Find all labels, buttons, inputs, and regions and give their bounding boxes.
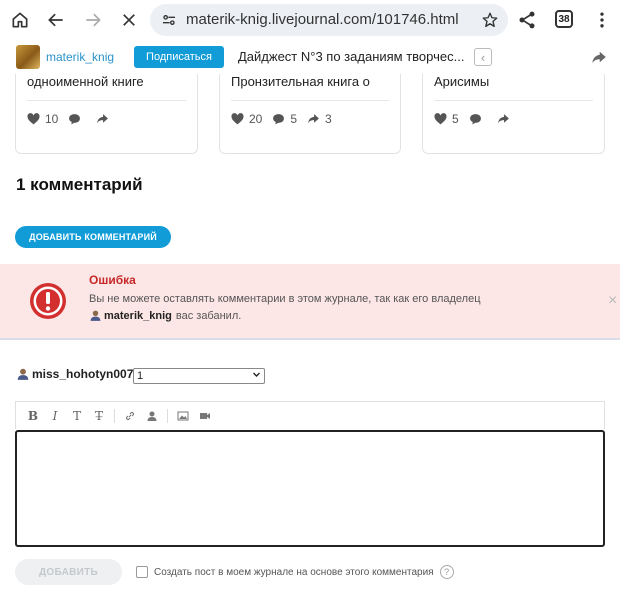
bold-button[interactable]: B xyxy=(22,405,44,427)
divider xyxy=(434,100,593,101)
like-stat[interactable]: 5 xyxy=(434,112,459,126)
subscribe-button[interactable]: Подписаться xyxy=(134,46,224,68)
heart-icon xyxy=(434,113,447,125)
comment-icon xyxy=(469,114,481,125)
related-post-card[interactable]: одноименной книге 10 xyxy=(15,74,198,154)
divider xyxy=(114,408,115,423)
related-post-title[interactable]: одноименной книге xyxy=(27,74,144,89)
like-count: 20 xyxy=(249,112,263,126)
site-settings-icon[interactable] xyxy=(157,8,181,32)
link-icon[interactable] xyxy=(119,405,141,427)
add-comment-button[interactable]: ДОБАВИТЬ КОММЕНТАРИЙ xyxy=(15,226,171,248)
address-bar[interactable]: materik-knig.livejournal.com/101746.html xyxy=(150,4,508,36)
repost-option: Создать пост в моем журнале на основе эт… xyxy=(136,565,454,579)
repost-count: 3 xyxy=(325,112,332,126)
like-count: 10 xyxy=(45,112,59,126)
comment-stat[interactable]: 5 xyxy=(272,112,297,126)
comments-heading: 1 комментарий xyxy=(16,175,143,194)
help-icon[interactable]: ? xyxy=(439,565,454,579)
back-icon[interactable] xyxy=(44,8,68,32)
menu-icon[interactable] xyxy=(590,8,614,32)
repost-stat[interactable] xyxy=(497,113,515,125)
comment-author: miss_hohotyn007 xyxy=(16,367,133,381)
comment-stat[interactable] xyxy=(68,113,86,125)
related-post-title[interactable]: Пронзительная книга о xyxy=(231,74,370,89)
comment-stat[interactable] xyxy=(469,113,487,125)
error-message-owner: materik_knig вас забанил. xyxy=(89,309,241,322)
italic-button[interactable]: I xyxy=(44,405,66,427)
comment-text-editor[interactable] xyxy=(15,430,605,547)
comment-icon xyxy=(273,114,285,125)
bookmark-star-icon[interactable] xyxy=(478,8,502,32)
video-icon[interactable] xyxy=(194,405,216,427)
comment-count: 5 xyxy=(290,112,298,126)
user-mention-icon[interactable] xyxy=(141,405,163,427)
repost-checkbox[interactable] xyxy=(136,566,148,578)
like-stat[interactable]: 20 xyxy=(231,112,262,126)
user-icon xyxy=(17,368,29,380)
digest-title-link[interactable]: Дайджест N°3 по заданиям творчес... xyxy=(238,49,464,64)
error-message: Вы не можете оставлять комментарии в это… xyxy=(89,293,481,305)
author-username[interactable]: miss_hohotyn007 xyxy=(32,367,133,381)
user-icon xyxy=(90,310,101,321)
related-post-title[interactable]: Арисимы xyxy=(434,74,489,89)
divider xyxy=(231,100,389,101)
submit-comment-button[interactable]: ДОБАВИТЬ xyxy=(15,559,122,585)
journal-header-strip: materik_knig Подписаться Дайджест N°3 по… xyxy=(0,40,620,74)
error-exclamation-icon xyxy=(30,283,66,319)
forward-icon[interactable] xyxy=(81,8,105,32)
share-arrow-icon[interactable] xyxy=(590,48,608,66)
owner-username-link[interactable]: materik_knig xyxy=(104,310,172,322)
browser-toolbar: materik-knig.livejournal.com/101746.html… xyxy=(0,0,620,40)
repost-arrow-icon xyxy=(497,114,509,124)
like-count: 5 xyxy=(452,112,459,126)
journal-name-link[interactable]: materik_knig xyxy=(46,50,114,64)
repost-arrow-icon xyxy=(97,114,109,124)
divider xyxy=(27,100,186,101)
like-stat[interactable]: 10 xyxy=(27,112,58,126)
repost-arrow-icon xyxy=(308,114,319,124)
error-suffix: вас забанил. xyxy=(175,309,242,322)
close-icon[interactable]: × xyxy=(608,292,617,310)
error-banner: Ошибка Вы не можете оставлять комментари… xyxy=(0,264,620,340)
userpic-select-value: 1 xyxy=(137,370,144,382)
journal-avatar[interactable] xyxy=(16,45,40,69)
divider xyxy=(167,408,168,423)
text-format-button[interactable]: T xyxy=(66,405,88,427)
related-post-card[interactable]: Пронзительная книга о 20 5 3 xyxy=(219,74,401,154)
repost-label[interactable]: Создать пост в моем журнале на основе эт… xyxy=(154,567,434,578)
image-icon[interactable] xyxy=(172,405,194,427)
editor-toolbar: B I T T̶ xyxy=(15,401,605,429)
tabs-icon[interactable]: 38 xyxy=(555,10,573,28)
chevron-left-icon[interactable]: ‹ xyxy=(474,48,492,66)
chevron-down-icon xyxy=(252,370,261,381)
comment-icon xyxy=(69,114,81,125)
strikethrough-button[interactable]: T̶ xyxy=(88,405,110,427)
heart-icon xyxy=(231,113,244,125)
share-icon[interactable] xyxy=(515,8,539,32)
userpic-select[interactable]: 1 xyxy=(133,368,265,384)
error-title: Ошибка xyxy=(89,273,136,287)
url-text: materik-knig.livejournal.com/101746.html xyxy=(186,11,459,28)
repost-stat[interactable]: 3 xyxy=(307,112,332,126)
stop-icon[interactable] xyxy=(117,8,141,32)
repost-stat[interactable] xyxy=(96,113,114,125)
related-post-card[interactable]: Арисимы 5 xyxy=(422,74,605,154)
home-icon[interactable] xyxy=(8,8,32,32)
heart-icon xyxy=(27,113,40,125)
